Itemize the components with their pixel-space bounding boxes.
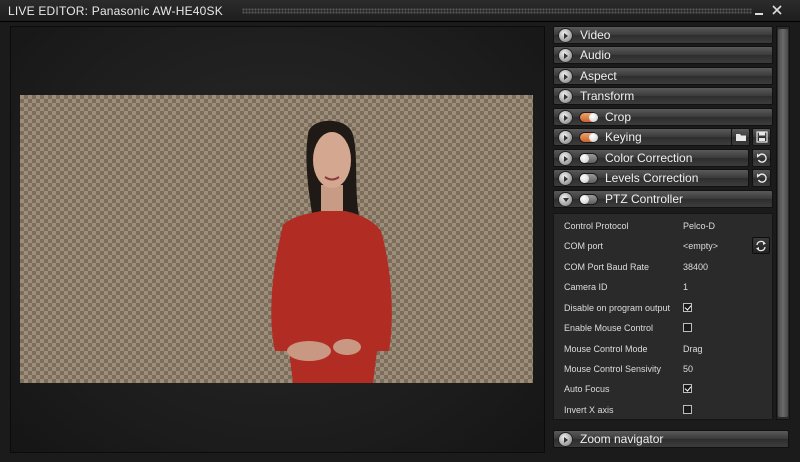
presenter-image [271, 120, 392, 383]
expand-arrow-icon[interactable] [559, 70, 572, 83]
prop-control-protocol[interactable]: Control Protocol Pelco-D [554, 216, 774, 236]
section-audio[interactable]: Audio [553, 46, 773, 64]
section-label: Video [580, 28, 611, 42]
levels-correction-toggle[interactable] [579, 173, 598, 184]
prop-com-port[interactable]: COM port <empty> [554, 236, 774, 256]
checkbox[interactable] [683, 303, 692, 312]
section-zoom-navigator[interactable]: Zoom navigator [553, 430, 789, 448]
scroll-thumb[interactable] [778, 29, 788, 417]
expand-arrow-icon[interactable] [559, 152, 572, 165]
prop-value[interactable]: <empty> [683, 241, 718, 251]
expand-arrow-icon[interactable] [559, 433, 572, 446]
prop-mouse-control-sensivity[interactable]: Mouse Control Sensivity 50 [554, 359, 774, 379]
expand-arrow-icon[interactable] [559, 131, 572, 144]
section-label: Keying [605, 130, 642, 144]
close-button[interactable] [770, 3, 784, 17]
prop-name: Control Protocol [564, 221, 629, 231]
folder-icon [736, 134, 746, 141]
checkbox[interactable] [683, 405, 692, 414]
expand-arrow-icon[interactable] [559, 49, 572, 62]
close-icon [772, 5, 782, 15]
section-label: Color Correction [605, 151, 693, 165]
levels-correction-reset-button[interactable] [752, 169, 771, 187]
prop-value[interactable]: Drag [683, 344, 703, 354]
section-ptz-controller[interactable]: PTZ Controller [553, 190, 773, 208]
expand-arrow-icon[interactable] [559, 172, 572, 185]
color-correction-toggle[interactable] [579, 153, 598, 164]
prop-value[interactable]: 50 [683, 364, 693, 374]
minimize-button[interactable] [752, 3, 766, 17]
prop-value[interactable]: Pelco-D [683, 221, 715, 231]
section-levels-correction[interactable]: Levels Correction [553, 169, 749, 187]
prop-value[interactable]: 1 [683, 282, 688, 292]
crop-toggle[interactable] [579, 112, 598, 123]
section-label: Crop [605, 110, 632, 124]
prop-name: Mouse Control Mode [564, 344, 648, 354]
window-title: LIVE EDITOR: Panasonic AW-HE40SK [8, 4, 223, 18]
title-grip [242, 8, 752, 14]
keying-toggle[interactable] [579, 132, 598, 143]
prop-name: COM Port Baud Rate [564, 262, 650, 272]
section-video[interactable]: Video [553, 26, 773, 44]
ptz-controller-toggle[interactable] [579, 194, 598, 205]
section-label: Levels Correction [605, 171, 699, 185]
reset-icon [757, 153, 767, 163]
minimize-icon [755, 13, 763, 15]
section-label: Audio [580, 48, 611, 62]
section-label: Zoom navigator [580, 432, 664, 446]
section-aspect[interactable]: Aspect [553, 67, 773, 85]
color-correction-reset-button[interactable] [752, 149, 771, 167]
keying-save-button[interactable] [752, 128, 771, 146]
expand-arrow-icon[interactable] [559, 90, 572, 103]
section-crop[interactable]: Crop [553, 108, 773, 126]
prop-enable-mouse-control[interactable]: Enable Mouse Control [554, 318, 774, 338]
video-preview[interactable] [20, 95, 533, 383]
expand-arrow-icon[interactable] [559, 111, 572, 124]
prop-name: COM port [564, 241, 604, 251]
panel-scrollbar[interactable] [776, 26, 790, 420]
prop-value[interactable]: 38400 [683, 262, 708, 272]
prop-camera-id[interactable]: Camera ID 1 [554, 277, 774, 297]
expand-arrow-icon[interactable] [559, 29, 572, 42]
prop-baud-rate[interactable]: COM Port Baud Rate 38400 [554, 257, 774, 277]
prop-name: Mouse Control Sensivity [564, 364, 662, 374]
section-keying[interactable]: Keying [553, 128, 749, 146]
checkbox[interactable] [683, 323, 692, 332]
prop-name: Disable on program output [564, 303, 671, 313]
properties-panel: Video Audio Aspect Transform Crop Keying… [553, 26, 773, 420]
prop-auto-focus[interactable]: Auto Focus [554, 379, 774, 399]
checkbox[interactable] [683, 384, 692, 393]
keying-open-button[interactable] [731, 128, 750, 146]
com-port-refresh-button[interactable] [752, 237, 770, 254]
refresh-icon [756, 240, 766, 252]
section-label: Aspect [580, 69, 617, 83]
prop-name: Camera ID [564, 282, 608, 292]
title-bar[interactable]: LIVE EDITOR: Panasonic AW-HE40SK [0, 0, 800, 22]
ptz-properties: Control Protocol Pelco-D COM port <empty… [553, 213, 773, 420]
prop-name: Invert X axis [564, 405, 614, 415]
section-transform[interactable]: Transform [553, 87, 773, 105]
section-color-correction[interactable]: Color Correction [553, 149, 749, 167]
section-label: Transform [580, 89, 635, 103]
section-label: PTZ Controller [605, 192, 684, 206]
prop-invert-x-axis[interactable]: Invert X axis [554, 400, 774, 420]
collapse-arrow-icon[interactable] [559, 193, 572, 206]
prop-disable-on-program-output[interactable]: Disable on program output [554, 298, 774, 318]
save-icon [756, 131, 768, 143]
prop-mouse-control-mode[interactable]: Mouse Control Mode Drag [554, 339, 774, 359]
prop-name: Auto Focus [564, 384, 610, 394]
reset-icon [757, 173, 767, 183]
prop-name: Enable Mouse Control [564, 323, 654, 333]
